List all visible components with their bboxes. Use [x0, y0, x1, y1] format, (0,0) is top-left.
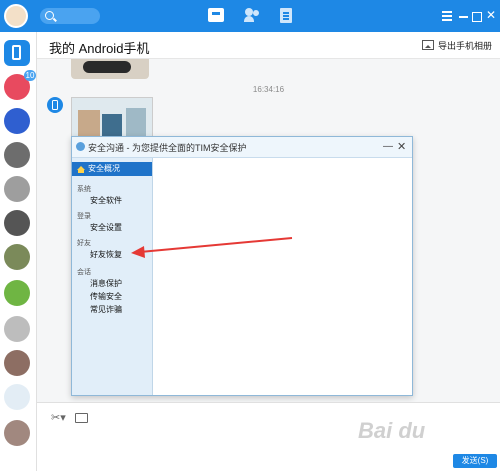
annotation-arrow: [131, 237, 293, 258]
folder-icon[interactable]: [75, 413, 88, 423]
screenshot-scissors-icon[interactable]: ✂▾: [51, 411, 66, 424]
send-button[interactable]: 发送(S): [453, 454, 497, 468]
baidu-watermark: Bai du: [358, 418, 426, 443]
message-input-area[interactable]: ✂▾ 发送(S): [37, 402, 500, 472]
